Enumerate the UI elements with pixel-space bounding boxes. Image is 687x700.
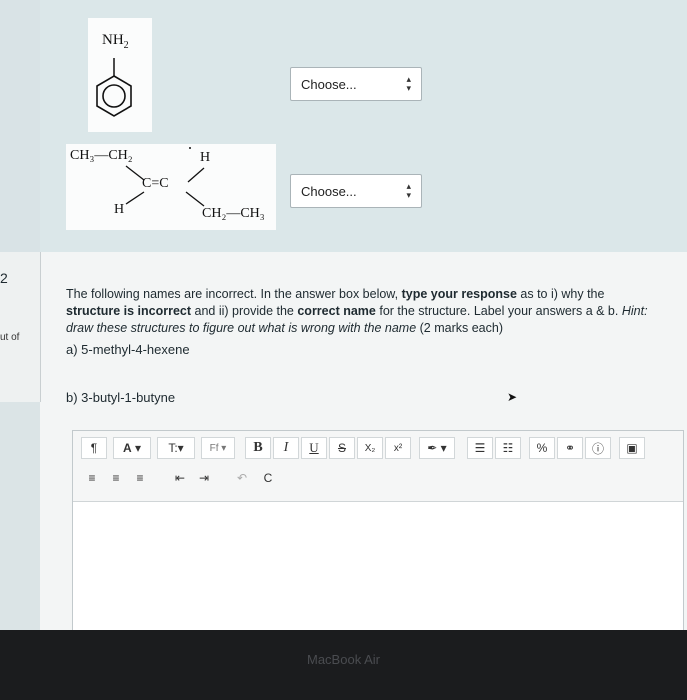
bullet-list-button[interactable]: ☰ [467,437,493,459]
unlink-icon: ⚭ [564,441,576,455]
link-icon: % [536,441,548,455]
align-center-button[interactable]: ≡ [105,467,127,489]
select-arrows-icon: ▴ ▾ [406,74,411,93]
benzene-ring-icon [96,58,132,117]
editor-toolbar: ¶ A ▾ T: ▾ Ff ▾ B I U S X₂ x² ✒ ▾ ☰ ☷ % ⚭… [73,431,683,502]
question-text: The following names are incorrect. In th… [66,287,648,335]
italic-button[interactable]: I [273,437,299,459]
undo-button[interactable]: ↶ [231,467,253,489]
bold-button[interactable]: B [245,437,271,459]
align-center-icon: ≡ [112,471,120,485]
points-label: ut of [0,332,20,343]
laptop-brand-label: MacBook Air [307,652,380,667]
subscript-button[interactable]: X₂ [357,437,383,459]
align-left-icon: ≡ [88,471,96,485]
select-value: Choose... [301,183,357,199]
structure2-name-select[interactable]: Choose... ▴ ▾ [290,174,422,208]
structure1-name-select[interactable]: Choose... ▴ ▾ [290,67,422,101]
font-family-button[interactable]: Ff ▾ [201,437,235,459]
aniline-structure: NH2 [88,18,152,132]
numbered-list-button[interactable]: ☷ [495,437,521,459]
align-right-icon: ≡ [136,471,144,485]
answer-editor[interactable]: ¶ A ▾ T: ▾ Ff ▾ B I U S X₂ x² ✒ ▾ ☰ ☷ % ⚭… [72,430,684,630]
image-icon: ▣ [626,441,638,455]
pen-icon: ✒ ▾ [427,441,447,455]
info-button[interactable]: ⓘ [585,437,611,459]
numbered-list-icon: ☷ [502,441,514,455]
undo-icon: ↶ [236,471,248,485]
outdent-icon: ⇤ [174,471,186,485]
align-left-button[interactable]: ≡ [81,467,103,489]
remove-link-button[interactable]: ⚭ [557,437,583,459]
part-a-label: a) 5-methyl-4-hexene [66,342,190,357]
answer-text-area[interactable] [73,502,683,630]
text-size-button[interactable]: T: ▾ [157,437,195,459]
underline-button[interactable]: U [301,437,327,459]
part-b-label: b) 3-butyl-1-butyne [66,390,176,405]
mouse-pointer-icon: ➤ [507,390,518,404]
highlight-pen-button[interactable]: ✒ ▾ [419,437,455,459]
bullet-list-icon: ☰ [474,441,486,455]
indent-icon: ⇥ [198,471,210,485]
select-arrows-icon: ▴ ▾ [406,181,411,200]
align-right-button[interactable]: ≡ [129,467,151,489]
font-color-button[interactable]: A ▾ [113,437,151,459]
redo-button[interactable]: C [257,467,279,489]
redo-icon: C [263,471,273,485]
alkene-structure: CH₃—CH₂ H C=C H CH₂—CH₃ [66,144,276,230]
insert-image-button[interactable]: ▣ [619,437,645,459]
paragraph-format-button[interactable]: ¶ [81,437,107,459]
left-margin [0,402,40,630]
question-number: 2 [0,270,8,286]
info-icon: ⓘ [591,441,604,456]
alkene-bonds-icon [125,147,205,207]
outdent-button[interactable]: ⇤ [169,467,191,489]
indent-button[interactable]: ⇥ [193,467,215,489]
superscript-button[interactable]: x² [385,437,411,459]
question-info-strip: 2 ut of [0,252,41,402]
select-value: Choose... [301,76,357,92]
strikethrough-button[interactable]: S [329,437,355,459]
insert-link-button[interactable]: % [529,437,555,459]
